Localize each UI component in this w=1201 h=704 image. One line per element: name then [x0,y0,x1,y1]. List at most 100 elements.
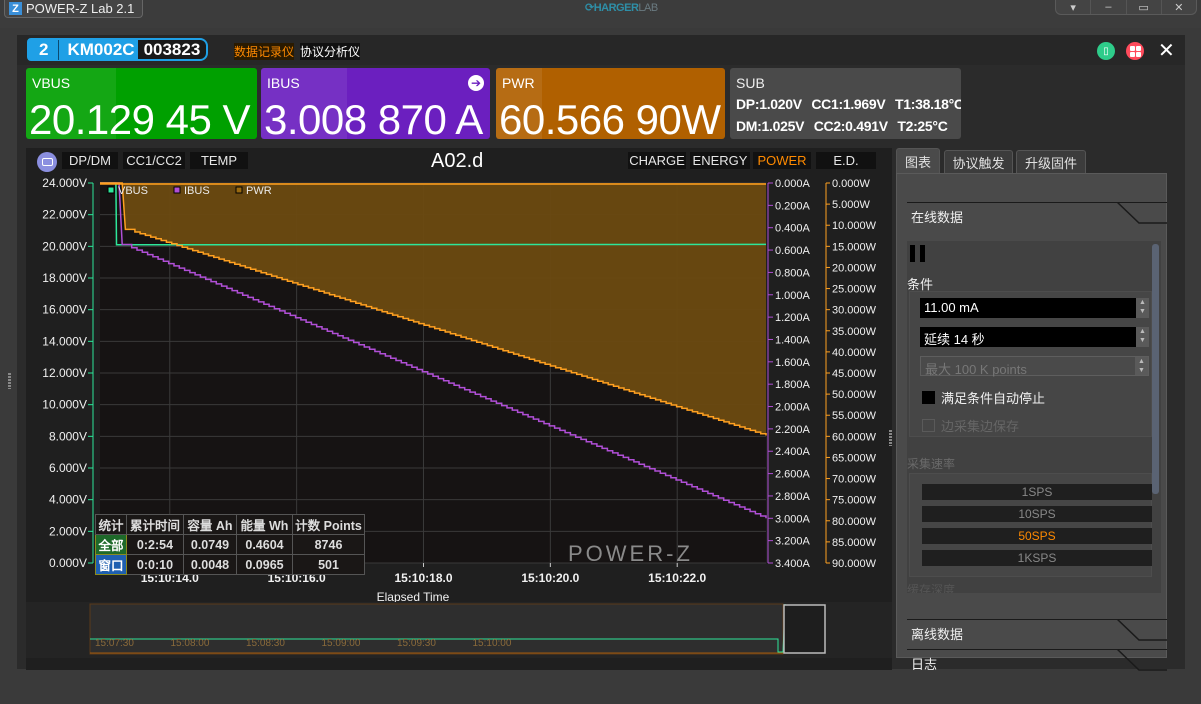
tab-firmware-upgrade[interactable]: 升级固件 [1016,150,1086,173]
stats-cell: 501 [292,554,365,575]
ibus-tick-label: 0.200A [775,200,811,212]
ibus-tick-label: 1.600A [775,357,811,369]
overview-tick-label: 15:09:00 [322,638,361,649]
vbus-tick-label: 22.000V [42,208,87,222]
vbus-tick-label: 12.000V [42,366,87,380]
close-window-button[interactable]: ✕ [1162,0,1196,14]
pwr-tick-label: 85.000W [832,537,877,549]
rate-1ksps[interactable]: 1KSPS [922,550,1152,566]
max-points-input: 最大 100 K points ▲ ▼ [920,356,1149,377]
grid-layout-icon[interactable] [1126,42,1144,60]
x-tick-label: 15:10:20.0 [521,571,579,585]
pwr-tick-label: 35.000W [832,326,877,338]
pwr-tick-label: 90.000W [832,558,877,570]
rate-group: 1SPS 10SPS 50SPS 1KSPS [909,473,1152,577]
rate-1sps[interactable]: 1SPS [922,484,1152,500]
section-log[interactable]: 日志 [907,649,1167,674]
pwr-tick-label: 10.000W [832,220,877,232]
condition-group: 11.00 mA ▲ ▼ 延续 14 秒 ▲ ▼ 最大 100 K points ▲ ▼ 满… [909,291,1152,437]
sub-row-2: DM:1.025V CC2:0.491V T2:25°C [736,118,948,134]
section-notch-icon [1097,649,1167,671]
ibus-tick-label: 2.800A [775,491,811,503]
section-online-data[interactable]: 在线数据 [907,202,1167,232]
rate-50sps[interactable]: 50SPS [922,528,1152,544]
section-offline-data[interactable]: 离线数据 [907,619,1167,649]
tab-protocol-trigger[interactable]: 协议触发 [944,150,1013,173]
panel-scrollbar[interactable] [1152,244,1159,494]
minimize-button[interactable]: – [1091,0,1127,14]
ibus-tick-label: 2.000A [775,402,811,414]
ibus-tick-label: 2.200A [775,424,811,436]
power-z-watermark: POWER-Z [568,541,693,566]
overview-window-handle[interactable] [783,604,826,654]
device-tag[interactable]: 2 KM002C 003823 [27,38,209,61]
side-panel: 图表 协议触发 升级固件 在线数据 条件 11.00 mA ▲ ▼ 延续 14 秒 ▲… [896,148,1178,674]
vbus-label: VBUS [32,75,71,91]
pwr-tick-label: 5.000W [832,199,871,211]
stats-cell: 0:0:10 [126,554,184,575]
stats-cell: 0.0965 [236,554,293,575]
overview-tick-label: 15:08:00 [171,638,210,649]
save-while-collect-checkbox: 边采集边保存 [922,416,1019,435]
x-tick-label: 15:10:18.0 [394,571,452,585]
duration-stepper[interactable]: ▲ ▼ [1136,327,1149,347]
pwr-readout: PWR 60.566 90W [496,68,725,139]
threshold-stepper[interactable]: ▲ ▼ [1136,298,1149,318]
ibus-readout: IBUS ➔ 3.008 870 A [261,68,490,139]
export-file-icon[interactable]: ▯ [1097,42,1115,60]
title-bar: Z POWER-Z Lab 2.1 ⟳HARGERLAB ▾ – ▭ ✕ [0,0,1201,28]
ibus-tick-label: 0.000A [775,178,811,190]
stats-header-cell: 容量 Ah [183,514,237,535]
left-dock-grip[interactable] [0,28,16,704]
pause-icon[interactable] [910,245,925,262]
tab-body: 在线数据 条件 11.00 mA ▲ ▼ 延续 14 秒 ▲ ▼ 最大 100 K po… [896,173,1167,674]
ibus-tick-label: 0.800A [775,267,811,279]
stats-cell: 0.0048 [183,554,237,575]
ibus-tick-label: 3.200A [775,536,811,548]
stats-cell: 0.0749 [183,534,237,555]
arrow-right-icon[interactable]: ➔ [468,75,484,91]
duration-input[interactable]: 延续 14 秒 ▲ ▼ [920,327,1149,347]
ibus-tick-label: 1.200A [775,312,811,324]
pwr-tick-label: 75.000W [832,495,877,507]
ibus-tick-label: 0.400A [775,223,811,235]
rate-10sps[interactable]: 10SPS [922,506,1152,522]
auto-stop-checkbox[interactable]: 满足条件自动停止 [922,388,1045,407]
pwr-tick-label: 45.000W [832,368,877,380]
app-title-text: POWER-Z Lab 2.1 [26,1,135,16]
depth-label: 缓存深度 [907,583,956,593]
vbus-readout: VBUS 20.129 45 V [26,68,257,139]
overview-tick-label: 15:09:30 [397,638,436,649]
vbus-tick-label: 14.000V [42,334,87,348]
legend-swatch-vbus [107,186,115,194]
ibus-tick-label: 1.400A [775,334,811,346]
mode-protocol-analyzer[interactable]: 协议分析仪 [300,43,361,60]
mode-data-logger[interactable]: 数据记录仪 [234,43,295,60]
chart-legend: VBUS IBUS PWR [107,185,272,197]
pwr-tick-label: 80.000W [832,516,877,528]
stats-row-label: 全部 [95,534,127,555]
threshold-input[interactable]: 11.00 mA ▲ ▼ [920,298,1149,318]
pin-menu-button[interactable]: ▾ [1056,0,1092,14]
stats-header: 统计 累计时间 容量 Ah 能量 Wh 计数 Points [95,514,365,535]
x-axis-label: Elapsed Time [377,590,450,604]
overview-tick-label: 15:07:30 [95,638,134,649]
vbus-tick-label: 4.000V [49,493,87,507]
stats-header-cell: 计数 Points [292,514,365,535]
stats-cell: 0.4604 [236,534,293,555]
close-device-button[interactable]: ✕ [1158,38,1175,63]
vbus-tick-label: 16.000V [42,303,87,317]
splitter-handle[interactable] [889,430,892,446]
stats-row: 全部 0:2:54 0.0749 0.4604 8746 [95,534,365,555]
legend-label-ibus: IBUS [184,185,210,197]
device-panel: 2 KM002C 003823 数据记录仪 协议分析仪 ▯ ✕ VBUS 20.… [17,35,1185,674]
grip-handle-icon[interactable] [8,373,11,389]
overview-strip: 15:07:30 15:08:00 15:08:30 15:09:00 15:09:30… [26,602,892,658]
maximize-button[interactable]: ▭ [1127,0,1162,14]
vbus-tick-label: 20.000V [42,239,87,253]
legend-swatch-ibus [173,186,181,194]
main-chart[interactable]: 15:10:14.0 15:10:16.0 15:10:18.0 15:10:20.0… [26,148,892,670]
tab-chart[interactable]: 图表 [896,148,940,174]
x-tick-label: 15:10:22.0 [648,571,706,585]
app-logo-icon: Z [9,2,22,15]
